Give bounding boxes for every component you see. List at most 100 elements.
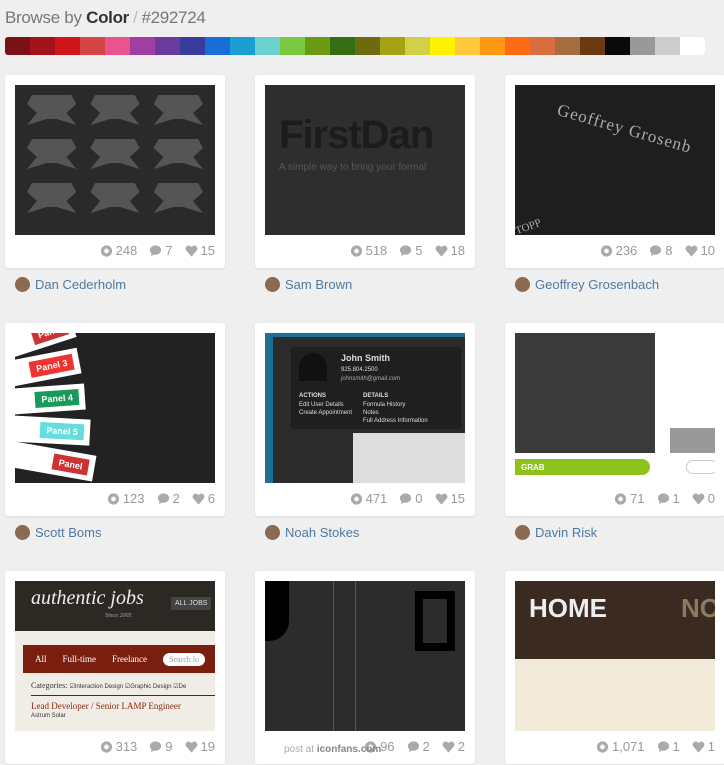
title-prefix: Browse by [5, 8, 82, 27]
comments-count[interactable]: 8 [649, 243, 673, 258]
color-swatch[interactable] [205, 37, 230, 55]
shot-thumbnail[interactable]: Panel Panel 3 Panel 4 Panel 5 Panel [15, 333, 215, 483]
comments-count[interactable]: 7 [149, 243, 173, 258]
likes-count[interactable]: 18 [435, 243, 465, 258]
comments-count[interactable]: 1 [657, 491, 680, 506]
comments-count[interactable]: 5 [399, 243, 423, 258]
views-count: 313 [100, 739, 137, 754]
watermark: post at iconfans.com [284, 744, 382, 755]
panel-label: Panel [51, 453, 90, 476]
color-swatch[interactable] [105, 37, 130, 55]
color-swatch[interactable] [430, 37, 455, 55]
color-swatch[interactable] [455, 37, 480, 55]
shot-thumbnail[interactable] [265, 581, 465, 731]
player-link[interactable]: Noah Stokes [265, 525, 359, 540]
shot-card: GRAB 71 1 0 [505, 323, 724, 516]
player-link[interactable]: Davin Risk [515, 525, 597, 540]
shot-stats: 248 7 15 [100, 243, 215, 258]
player-name: Geoffrey Grosenbach [535, 277, 660, 292]
shot-stats: 236 8 10 [600, 243, 715, 258]
color-swatch[interactable] [605, 37, 630, 55]
heart-icon [685, 245, 697, 257]
shot-thumbnail[interactable]: GRAB [515, 333, 715, 483]
player-link[interactable]: Geoffrey Grosenbach [515, 277, 659, 292]
color-swatch[interactable] [130, 37, 155, 55]
panel-label: Panel [30, 333, 70, 346]
avatar[interactable] [515, 277, 530, 292]
comments-count[interactable]: 1 [657, 739, 680, 754]
heart-icon [435, 493, 447, 505]
avatar[interactable] [15, 525, 30, 540]
shot-stats: 518 5 18 [350, 243, 465, 258]
shot-card: Panel Panel 3 Panel 4 Panel 5 Panel 123 2 6 [5, 323, 225, 516]
eye-icon [107, 492, 119, 505]
shot-card: 96 2 2 [255, 571, 475, 764]
player-link[interactable]: Sam Brown [265, 277, 352, 292]
color-swatch[interactable] [80, 37, 105, 55]
heart-icon [192, 493, 205, 505]
color-swatch[interactable] [655, 37, 680, 55]
heart-icon [442, 741, 455, 753]
heart-icon [435, 245, 447, 257]
avatar[interactable] [515, 525, 530, 540]
avatar[interactable] [15, 277, 30, 292]
likes-count[interactable]: 19 [185, 739, 215, 754]
eye-icon [614, 492, 627, 505]
comment-icon [657, 492, 669, 505]
color-swatch[interactable] [555, 37, 580, 55]
comment-icon [400, 492, 412, 505]
shot-thumbnail[interactable]: John Smith 925.804.2500 johnsmith@gmail.co… [265, 333, 465, 483]
color-swatch[interactable] [230, 37, 255, 55]
avatar[interactable] [265, 525, 280, 540]
views-count: 123 [107, 491, 145, 506]
likes-count[interactable]: 1 [692, 739, 715, 754]
color-swatch[interactable] [680, 37, 705, 55]
likes-count[interactable]: 2 [442, 739, 465, 754]
shot-thumbnail[interactable]: authentic jobs Since 2005 ALL JOBS All Full-… [15, 581, 215, 731]
comments-count[interactable]: 9 [149, 739, 173, 754]
color-swatch[interactable] [5, 37, 30, 55]
views-count: 518 [350, 243, 387, 258]
avatar[interactable] [265, 277, 280, 292]
color-swatch[interactable] [180, 37, 205, 55]
grab-label: GRAB [515, 459, 650, 475]
color-swatch[interactable] [580, 37, 605, 55]
comments-count[interactable]: 2 [157, 491, 180, 506]
comments-count[interactable]: 2 [407, 739, 430, 754]
color-swatch[interactable] [280, 37, 305, 55]
likes-count[interactable]: 15 [185, 243, 215, 258]
color-swatch[interactable] [330, 37, 355, 55]
player-name: Noah Stokes [285, 525, 360, 540]
all-jobs-button: ALL JOBS [171, 597, 212, 610]
shot-thumbnail[interactable] [15, 85, 215, 235]
player-link[interactable]: Scott Boms [15, 525, 101, 540]
eye-icon [100, 740, 112, 753]
shot-thumbnail[interactable]: FirstDan A simple way to bring your forma… [265, 85, 465, 235]
views-count: 1,071 [596, 739, 645, 754]
color-swatch[interactable] [30, 37, 55, 55]
shot-thumbnail[interactable]: Geoffrey Grosenb TOPP [515, 85, 715, 235]
color-swatch[interactable] [505, 37, 530, 55]
likes-count[interactable]: 10 [685, 243, 715, 258]
color-swatch[interactable] [405, 37, 430, 55]
color-swatch[interactable] [530, 37, 555, 55]
shot-thumbnail[interactable]: HOME NO [515, 581, 715, 731]
views-count: 471 [350, 491, 387, 506]
color-swatch[interactable] [255, 37, 280, 55]
likes-count[interactable]: 6 [192, 491, 215, 506]
eye-icon [596, 740, 609, 753]
shot-card: FirstDan A simple way to bring your forma… [255, 75, 475, 268]
color-swatch[interactable] [355, 37, 380, 55]
likes-count[interactable]: 15 [435, 491, 465, 506]
color-swatch[interactable] [480, 37, 505, 55]
comments-count[interactable]: 0 [399, 491, 423, 506]
player-link[interactable]: Dan Cederholm [15, 277, 126, 292]
color-swatch[interactable] [305, 37, 330, 55]
color-swatch[interactable] [380, 37, 405, 55]
views-count: 71 [614, 491, 645, 506]
color-swatch[interactable] [55, 37, 80, 55]
color-swatch[interactable] [630, 37, 655, 55]
shot-card: authentic jobs Since 2005 ALL JOBS All Full-… [5, 571, 225, 764]
color-swatch[interactable] [155, 37, 180, 55]
likes-count[interactable]: 0 [692, 491, 715, 506]
